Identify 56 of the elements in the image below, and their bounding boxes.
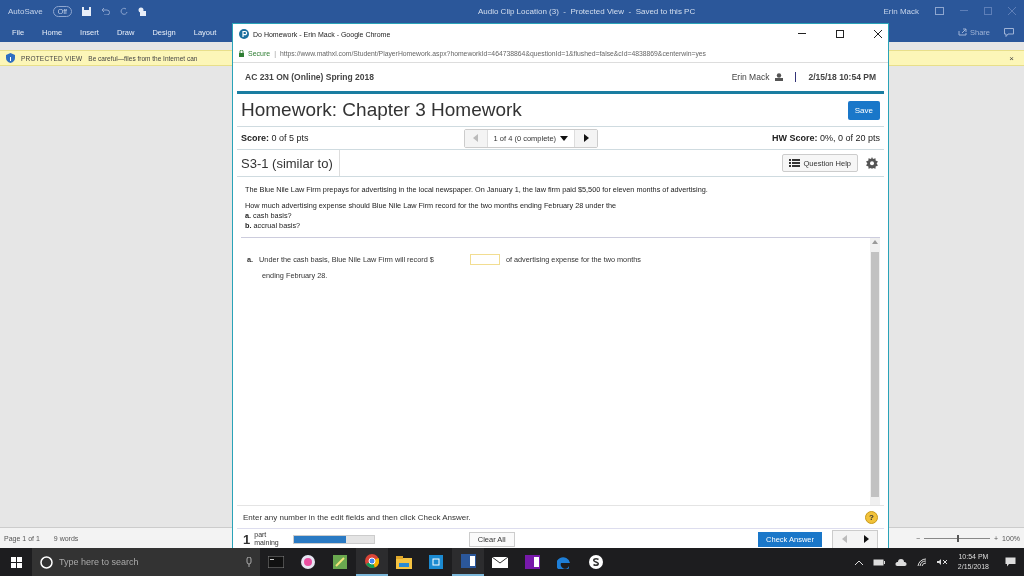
next-question-button[interactable] [575, 129, 598, 147]
answer-field[interactable] [469, 254, 500, 265]
cloud-icon[interactable] [894, 558, 907, 566]
store-icon [429, 555, 443, 569]
close-icon[interactable] [874, 30, 882, 38]
ribbon-display-icon[interactable] [935, 7, 944, 15]
left-triangle-icon [841, 535, 847, 543]
hw-score: HW Score: 0%, 0 of 20 pts [771, 133, 880, 143]
right-triangle-icon [583, 134, 589, 142]
volume-muted-icon[interactable] [936, 558, 948, 566]
lock-icon [239, 49, 244, 57]
user-name: Erin Mack [883, 6, 919, 16]
notepad-icon [333, 555, 347, 569]
save-button[interactable]: Save [847, 100, 880, 120]
share-icon [958, 28, 967, 36]
homework-title: Homework: Chapter 3 Homework [241, 99, 522, 121]
taskbar-app-button[interactable] [356, 548, 388, 576]
list-icon [789, 159, 801, 167]
autosave-label: AutoSave [8, 6, 43, 16]
undo-icon[interactable] [100, 7, 110, 15]
wifi-icon[interactable] [916, 557, 927, 567]
user-name: Erin Mack [731, 72, 770, 82]
settings-icon[interactable] [866, 157, 878, 169]
date-time: 2/15/18 10:54 PM [808, 72, 876, 82]
close-button[interactable]: × [1009, 53, 1014, 63]
question-id: S3-1 (similar to) [241, 150, 340, 176]
parts-count: 1 [243, 531, 251, 547]
user-icon [775, 73, 784, 81]
next-question-button[interactable] [855, 530, 877, 548]
mail-icon [492, 556, 508, 568]
window-title: Audio Clip Location (3) - Protected View - Saved to this PC [477, 6, 696, 16]
terminal-icon [268, 556, 284, 568]
save-icon[interactable] [81, 6, 91, 16]
course-name: AC 231 ON (Online) Spring 2018 [245, 72, 374, 82]
help-button[interactable]: ? [865, 510, 878, 524]
taskbar-app-button[interactable] [452, 548, 484, 576]
music-icon [301, 555, 315, 569]
battery-icon[interactable] [872, 558, 885, 566]
windows-start-icon[interactable] [10, 556, 22, 568]
chevron-up-icon[interactable] [854, 559, 863, 565]
circle-icon [40, 555, 53, 569]
info-shield-icon [6, 53, 15, 63]
scrollbar[interactable] [870, 238, 880, 505]
minimize-icon[interactable] [798, 33, 806, 35]
comment-icon[interactable] [1004, 27, 1014, 37]
notifications-icon[interactable] [1005, 557, 1016, 567]
maximize-icon[interactable] [836, 30, 844, 38]
caret-icon [560, 135, 569, 141]
right-triangle-icon [863, 535, 869, 543]
up-triangle-icon [872, 240, 878, 244]
folder-icon [396, 555, 412, 569]
left-triangle-icon [473, 134, 479, 142]
score: Score: 0 of 5 pts [241, 133, 309, 143]
search-field[interactable]: Type here to search [32, 548, 260, 576]
instruction-text: Enter any number in the edit fields and then click Check Answer. [243, 512, 471, 522]
microphone-icon [246, 557, 252, 567]
